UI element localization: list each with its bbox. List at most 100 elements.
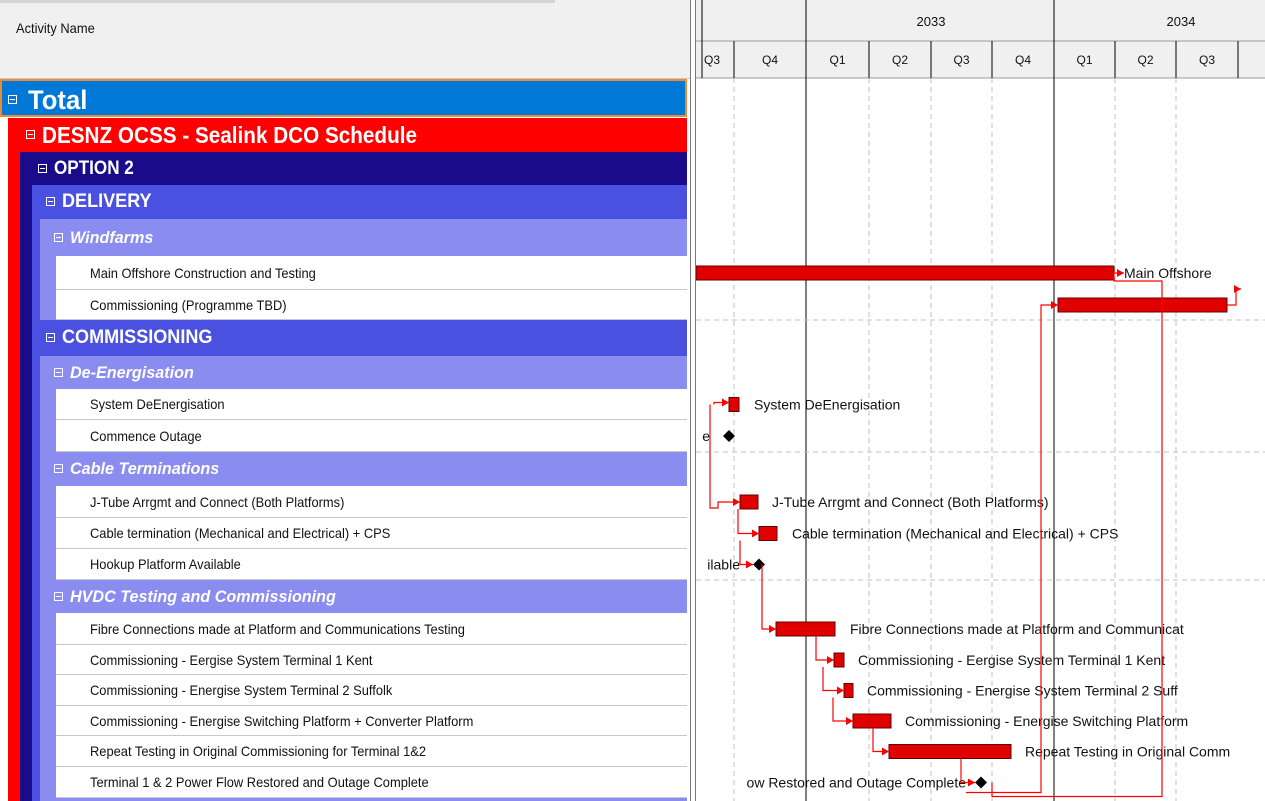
activity-name: Cable Terminations [70,459,220,478]
activity-row-terminal2[interactable]: Commissioning - Energise System Terminal… [56,675,687,706]
quarter-label: Q4 [762,53,778,67]
quarter-label: Q1 [829,53,845,67]
activity-name: Total [28,85,88,115]
link-arrow-icon [968,778,975,787]
year-label: 2033 [917,14,946,29]
activity-row-de-energisation[interactable]: De-Energisation [48,356,687,389]
activity-name: Commence Outage [90,428,202,444]
gantt-bar-label: Fibre Connections made at Platform and C… [850,621,1184,637]
quarter-label: Q3 [1199,53,1215,67]
activity-name: De-Energisation [70,363,194,382]
quarter-label: Q3 [953,53,969,67]
gantt-bar-j-tube [739,494,759,510]
gantt-bar-cable-termination [758,526,778,541]
activity-row-total[interactable]: Total [0,79,687,117]
activity-name: System DeEnergisation [90,396,225,412]
dependency-link [832,697,853,722]
activity-name-column-header[interactable]: Activity Name [16,20,95,36]
dependency-link [822,667,844,692]
activity-row-system-deenergisation[interactable]: System DeEnergisation [56,389,687,420]
gantt-bar-label: Commissioning - Energise Switching Platf… [905,713,1188,729]
collapse-toggle-icon[interactable] [54,368,63,377]
activity-row-repeat-testing[interactable]: Repeat Testing in Original Commissioning… [56,736,687,767]
collapse-toggle-icon[interactable] [26,130,35,139]
activity-name: Commissioning - Energise Switching Platf… [90,713,474,729]
gantt-bar-commissioning-tbd [1057,297,1228,313]
activity-name: HVDC Testing and Commissioning [70,587,336,606]
activity-row-hookup-platform[interactable]: Hookup Platform Available [56,549,687,580]
milestone-label: ow Restored and Outage Complete [747,775,967,791]
gantt-bar-label: Main Offshore [1124,265,1212,281]
milestone-label: ilable [707,557,740,573]
activity-row-hvdc[interactable]: HVDC Testing and Commissioning [48,580,687,613]
activity-row-commence-outage[interactable]: Commence Outage [56,420,687,452]
activity-row-terminal1[interactable]: Commissioning - Eergise System Terminal … [56,645,687,675]
gantt-bar-label: Repeat Testing in Original Comm [1025,744,1230,760]
activity-row-main-offshore[interactable]: Main Offshore Construction and Testing [56,256,687,290]
activity-name: Cable termination (Mechanical and Electr… [90,525,391,541]
activity-name: Commissioning - Energise System Terminal… [90,682,393,698]
activity-name: Commissioning (Programme TBD) [90,297,287,313]
activity-name: DESNZ OCSS - Sealink DCO Schedule [42,122,417,148]
activity-name: COMMISSIONING [62,327,213,348]
gantt-bar-label: J-Tube Arrgmt and Connect (Both Platform… [772,494,1048,510]
activity-row-cable-terminations[interactable]: Cable Terminations [48,452,687,486]
quarter-label: Q2 [892,53,908,67]
dependency-link [815,636,834,661]
activity-row-commissioning[interactable]: COMMISSIONING [40,320,687,356]
activity-name: J-Tube Arrgmt and Connect (Both Platform… [90,494,345,510]
activity-row-windfarms[interactable]: Windfarms [48,219,687,256]
activity-row-schedule[interactable]: DESNZ OCSS - Sealink DCO Schedule [20,118,687,152]
activity-name: OPTION 2 [54,158,134,179]
gantt-bar-label: Commissioning - Eergise System Terminal … [858,652,1165,668]
quarter-label: Q3 [704,53,720,67]
dependency-link [737,509,759,535]
header-top-border [0,0,555,3]
activity-row-power-flow[interactable]: Terminal 1 & 2 Power Flow Restored and O… [56,767,687,798]
link-arrow-icon [882,747,889,756]
collapse-toggle-icon[interactable] [54,464,63,473]
gantt-bar-label: System DeEnergisation [754,397,900,413]
link-arrow-icon [827,656,834,664]
activity-row-cable-termination[interactable]: Cable termination (Mechanical and Electr… [56,518,687,549]
activity-name: Windfarms [70,228,154,247]
year-label: 2034 [1167,14,1196,29]
activity-row-commissioning-tbd[interactable]: Commissioning (Programme TBD) [56,290,687,320]
dependency-link [761,564,776,630]
activity-table-header: Activity Name [0,0,690,79]
activity-name: Terminal 1 & 2 Power Flow Restored and O… [90,774,429,790]
gantt-bar-switching [852,713,892,729]
quarter-label: Q1 [1076,53,1092,67]
gantt-canvas: 2033 2034 Q3 Q4 Q1 Q2 Q3 Q4 Q1 Q2 Q3 Main Offshore S… [696,0,1265,801]
activity-row-fibre[interactable]: Fibre Connections made at Platform and C… [56,613,687,645]
milestone-diamond-icon [753,558,765,571]
collapse-toggle-icon[interactable] [54,592,63,601]
milestone-diamond-icon [975,776,987,789]
collapse-toggle-icon[interactable] [38,164,47,173]
activity-row-switching[interactable]: Commissioning - Energise Switching Platf… [56,706,687,736]
collapse-toggle-icon[interactable] [54,233,63,242]
link-arrow-icon [769,625,776,633]
activity-row-j-tube[interactable]: J-Tube Arrgmt and Connect (Both Platform… [56,486,687,518]
link-arrow-icon [746,560,753,569]
gantt-bar-main-offshore [696,265,1115,281]
timescale-header [696,0,1265,78]
link-arrow-icon [722,398,729,407]
link-arrow-icon [846,717,853,725]
gantt-bar-fibre [775,621,836,637]
activity-row-option2[interactable]: OPTION 2 [32,152,687,185]
quarter-label: Q4 [1015,53,1031,67]
gantt-bar-terminal1 [833,652,845,668]
link-arrow-icon [837,686,844,695]
collapse-toggle-icon[interactable] [46,197,55,206]
link-arrow-icon [733,498,740,506]
collapse-toggle-icon[interactable] [8,95,17,104]
activity-row-delivery[interactable]: DELIVERY [40,185,687,219]
activity-name: Commissioning - Eergise System Terminal … [90,652,373,668]
link-arrow-icon [752,529,759,538]
link-arrow-icon [1117,269,1124,277]
gantt-bar-label: Cable termination (Mechanical and Electr… [792,526,1118,542]
milestone-label: e [702,428,710,444]
gantt-bar-system-deenergisation [728,397,740,412]
collapse-toggle-icon[interactable] [46,333,55,342]
